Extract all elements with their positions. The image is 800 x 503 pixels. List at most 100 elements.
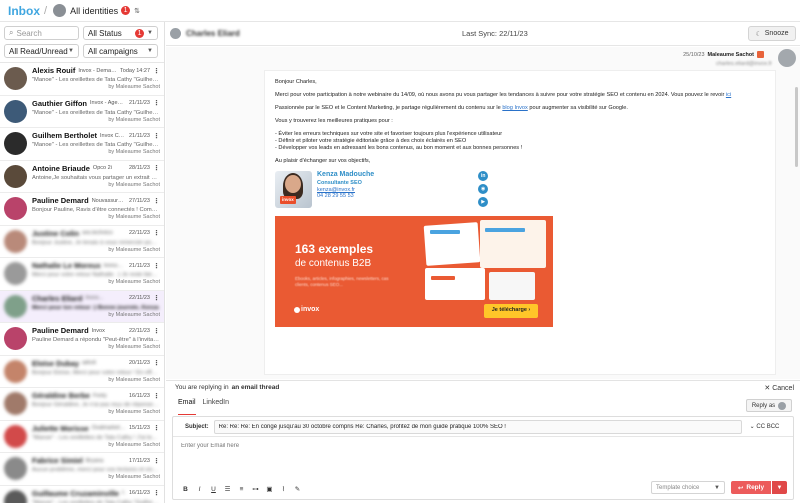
status-filter[interactable]: All Status 1 ▼ [83, 26, 158, 40]
identity-selector[interactable]: All identities [70, 6, 118, 16]
bold-icon[interactable]: B [181, 486, 190, 493]
conversation-list: Alexis RouifInvox - Demand Gene...Today … [0, 62, 164, 503]
conversation-name: Antoine Briaude [32, 163, 90, 173]
search-input[interactable]: ⌕ Search [4, 26, 79, 40]
conversation-item[interactable]: Charles Eliard Invox... 22/11/23 ⋮ Merci pou… [0, 290, 164, 323]
message-date: 25/10/23 [683, 51, 705, 58]
more-options-icon[interactable]: ⋮ [153, 359, 160, 367]
bullet-list-icon[interactable]: ☰ [223, 485, 232, 493]
numbered-list-icon[interactable]: ≡ [237, 486, 246, 493]
more-options-icon[interactable]: ⋮ [153, 262, 160, 270]
contact-name[interactable]: Charles Eliard [186, 29, 240, 38]
identity-badge: 1 [121, 6, 131, 15]
conversation-date: 22/11/23 [128, 295, 150, 301]
conversation-content: Antoine Briaude Opco 2i 28/11/23 ⋮ Antoine,J… [32, 164, 160, 193]
attachment-icon[interactable]: ⌇ [279, 485, 288, 493]
cancel-button[interactable]: ✕ Cancel [764, 384, 794, 392]
campaign-filter[interactable]: All campaigns ▼ [83, 44, 158, 58]
conversation-owner: by Maleaume Sachot [108, 181, 160, 188]
conversation-sidebar: ⌕ Search All Status 1 ▼ All Read/Unread … [0, 22, 165, 503]
banner-decoration [431, 275, 455, 280]
conversation-company: Fonty [92, 392, 107, 399]
linkedin-icon[interactable]: in [478, 170, 489, 181]
chevron-down-icon: ▼ [147, 30, 153, 36]
tab-email[interactable]: Email [178, 399, 196, 415]
more-options-icon[interactable]: ⋮ [153, 67, 160, 75]
image-icon[interactable]: ▣ [265, 485, 274, 493]
more-options-icon[interactable]: ⋮ [153, 457, 160, 465]
conversation-item[interactable]: Antoine Briaude Opco 2i 28/11/23 ⋮ Antoine,J… [0, 161, 164, 193]
conversation-item[interactable]: Justine Colin ses.technico 22/11/23 ⋮ Bonjou… [0, 226, 164, 258]
conversation-item[interactable]: Gauthier GiffonInvox - Agence d...21/11/… [0, 96, 164, 128]
conversation-header: Justine Colin ses.technico 22/11/23 ⋮ [32, 229, 160, 238]
link-icon[interactable]: ⊶ [251, 485, 260, 493]
avatar [4, 327, 27, 350]
more-options-icon[interactable]: ⋮ [153, 197, 160, 205]
thread-scrollbar[interactable] [795, 87, 798, 167]
conversation-item[interactable]: Juliette Morisse Ovalmarketing 15/11/23 ⋮ "M… [0, 421, 164, 453]
conversation-content: Eloïse Dubay adroit 20/11/23 ⋮ Bonjour Eloïs… [32, 359, 160, 388]
more-options-icon[interactable]: ⋮ [153, 327, 160, 335]
conversation-item[interactable]: Guilhem BertholetInvox Content...21/11/2… [0, 128, 164, 161]
conversation-header: Gauthier GiffonInvox - Agence d...21/11/… [32, 99, 160, 108]
conversation-item[interactable]: Géraldine Berbe Fonty 16/11/23 ⋮ Bonjour Gér… [0, 388, 164, 421]
conversation-item[interactable]: Alexis RouifInvox - Demand Gene...Today … [0, 63, 164, 96]
avatar [4, 132, 27, 155]
cc-bcc-label: CC BCC [756, 424, 780, 430]
tab-linkedin[interactable]: LinkedIn [203, 399, 229, 415]
conversation-item[interactable]: Nathalie Le Moreux Immodiga 21/11/23 ⋮ Merci… [0, 258, 164, 291]
conversation-company: adroit [82, 360, 96, 366]
more-options-icon[interactable]: ⋮ [153, 489, 160, 497]
conversation-date: 22/11/23 [128, 230, 150, 236]
conversation-preview: Pauline Demard a répondu "Peut-être" à l… [32, 337, 160, 343]
more-options-icon[interactable]: ⋮ [153, 392, 160, 400]
conversation-content: Pauline Demard Nouvassurans 27/11/23 ⋮ Bonjo… [32, 196, 160, 225]
email-channel-icon [757, 51, 764, 58]
underline-icon[interactable]: U [209, 486, 218, 493]
email-bullet: - Éviter les erreurs techniques sur votr… [275, 130, 503, 137]
conversation-header: Antoine Briaude Opco 2i 28/11/23 ⋮ [32, 164, 160, 173]
promo-banner[interactable]: 163 exemples de contenus B2B Ebooks, art… [275, 215, 553, 327]
more-options-icon[interactable]: ⋮ [153, 164, 160, 172]
banner-logo-icon [294, 306, 300, 313]
website-icon[interactable]: ◉ [478, 183, 489, 194]
chevron-down-icon: ▼ [776, 484, 783, 491]
reply-as-button[interactable]: Reply as [746, 399, 792, 412]
more-options-icon[interactable]: ⋮ [153, 132, 160, 140]
email-body-input[interactable] [181, 443, 781, 473]
conversation-company: Intra... [122, 490, 126, 496]
cc-bcc-toggle[interactable]: ⌄ CC BCC [750, 423, 780, 430]
status-filter-label: All Status [88, 28, 122, 38]
signature-phone[interactable]: 04 28 29 55 53 [317, 193, 374, 200]
conversation-item[interactable]: Guillaume CruzaminvilleIntra...16/11/23⋮… [0, 486, 164, 503]
replay-link[interactable]: ici [726, 92, 731, 98]
conversation-owner: by Maleaume Sachot [108, 214, 160, 220]
highlight-icon[interactable]: ✎ [293, 485, 302, 493]
reply-options-button[interactable]: ▼ [772, 481, 787, 494]
snooze-button[interactable]: ☾ Snooze [748, 26, 796, 41]
template-select[interactable]: Template choice ▼ [651, 481, 725, 494]
conversation-item[interactable]: Fabrice Simiel Bryana 17/11/23 ⋮ Aucun probl… [0, 453, 164, 486]
more-options-icon[interactable]: ⋮ [153, 99, 160, 107]
conversation-date: 21/11/23 [128, 262, 150, 269]
read-filter[interactable]: All Read/Unread ▼ [4, 44, 79, 58]
more-options-icon[interactable]: ⋮ [153, 229, 160, 237]
italic-icon[interactable]: I [195, 486, 204, 493]
subject-input[interactable] [213, 419, 742, 434]
conversation-preview: "Manoe" - Les oreillettes de Tata Cathy … [32, 499, 160, 503]
updown-icon[interactable]: ⇅ [134, 7, 140, 15]
signature-email[interactable]: kenza@invox.fr [317, 187, 374, 194]
more-options-icon[interactable]: ⋮ [153, 294, 160, 302]
email-paragraph: Passionnée par le SEO et le Content Mark… [275, 105, 765, 112]
conversation-company: Invox... [85, 295, 104, 301]
banner-cta-button[interactable]: Je télécharge › [484, 303, 538, 318]
inbox-title[interactable]: Inbox [8, 4, 40, 18]
more-options-icon[interactable]: ⋮ [153, 424, 160, 432]
conversation-item[interactable]: Pauline Demard Nouvassurans 27/11/23 ⋮ Bonjo… [0, 193, 164, 226]
blog-link[interactable]: blog Invox [502, 105, 528, 111]
youtube-icon[interactable]: ▶ [478, 196, 489, 207]
reply-button[interactable]: ↩ Reply [731, 481, 771, 494]
conversation-item[interactable]: Pauline Demard Invox 22/11/23 ⋮ Pauline Dema… [0, 323, 164, 356]
conversation-item[interactable]: Eloïse Dubay adroit 20/11/23 ⋮ Bonjour Eloïs… [0, 356, 164, 388]
conversation-owner: by Maleaume Sachot [108, 311, 160, 318]
